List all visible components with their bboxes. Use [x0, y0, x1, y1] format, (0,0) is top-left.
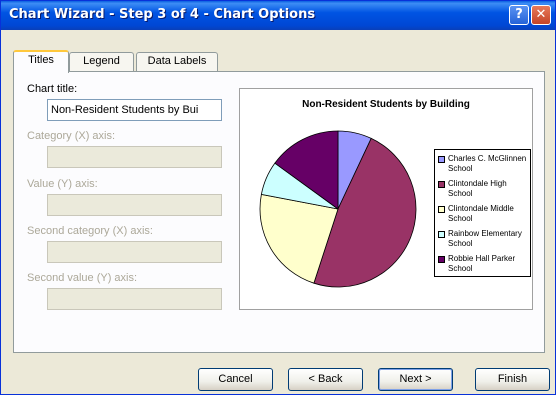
tab-data-labels[interactable]: Data Labels [136, 52, 218, 71]
value-y-axis-input [47, 194, 222, 216]
legend-label: Rainbow Elementary School [448, 229, 522, 248]
second-value-y-axis-input [47, 288, 222, 310]
chart-preview: Non-Resident Students by Building Charle… [239, 88, 533, 310]
second-value-y-axis-label: Second value (Y) axis: [27, 272, 138, 284]
back-button[interactable]: < Back [288, 368, 363, 391]
title-bar[interactable]: Chart Wizard - Step 3 of 4 - Chart Optio… [1, 1, 555, 30]
tab-titles[interactable]: Titles [13, 50, 69, 73]
chart-wizard-dialog: Chart Wizard - Step 3 of 4 - Chart Optio… [0, 0, 556, 395]
cancel-button[interactable]: Cancel [198, 368, 273, 391]
legend-swatch [438, 256, 445, 263]
legend-label: Robbie Hall Parker School [448, 254, 516, 273]
legend-swatch [438, 231, 445, 238]
legend-swatch [438, 156, 445, 163]
chart-legend: Charles C. McGlinnen School Clintondale … [434, 149, 531, 277]
close-button[interactable]: ✕ [531, 5, 551, 25]
next-button[interactable]: Next > [378, 368, 453, 391]
window-title: Chart Wizard - Step 3 of 4 - Chart Optio… [9, 7, 316, 22]
titles-tab-panel: Chart title: Non-Resident Students by Bu… [13, 71, 545, 353]
finish-button[interactable]: Finish [475, 368, 550, 391]
tab-legend[interactable]: Legend [69, 52, 134, 71]
legend-label: Charles C. McGlinnen School [448, 154, 527, 173]
category-x-axis-input [47, 146, 222, 168]
legend-label: Clintondale Middle School [448, 204, 514, 223]
category-x-axis-label: Category (X) axis: [27, 130, 116, 142]
legend-swatch [438, 206, 445, 213]
second-category-x-axis-input [47, 241, 222, 263]
chart-title-input[interactable]: Non-Resident Students by Bui [47, 99, 222, 121]
second-category-x-axis-label: Second category (X) axis: [27, 225, 153, 237]
chart-title-label: Chart title: [27, 83, 78, 95]
legend-label: Clintondale High School [448, 179, 507, 198]
help-button[interactable]: ? [509, 5, 529, 25]
value-y-axis-label: Value (Y) axis: [27, 178, 98, 190]
legend-swatch [438, 181, 445, 188]
